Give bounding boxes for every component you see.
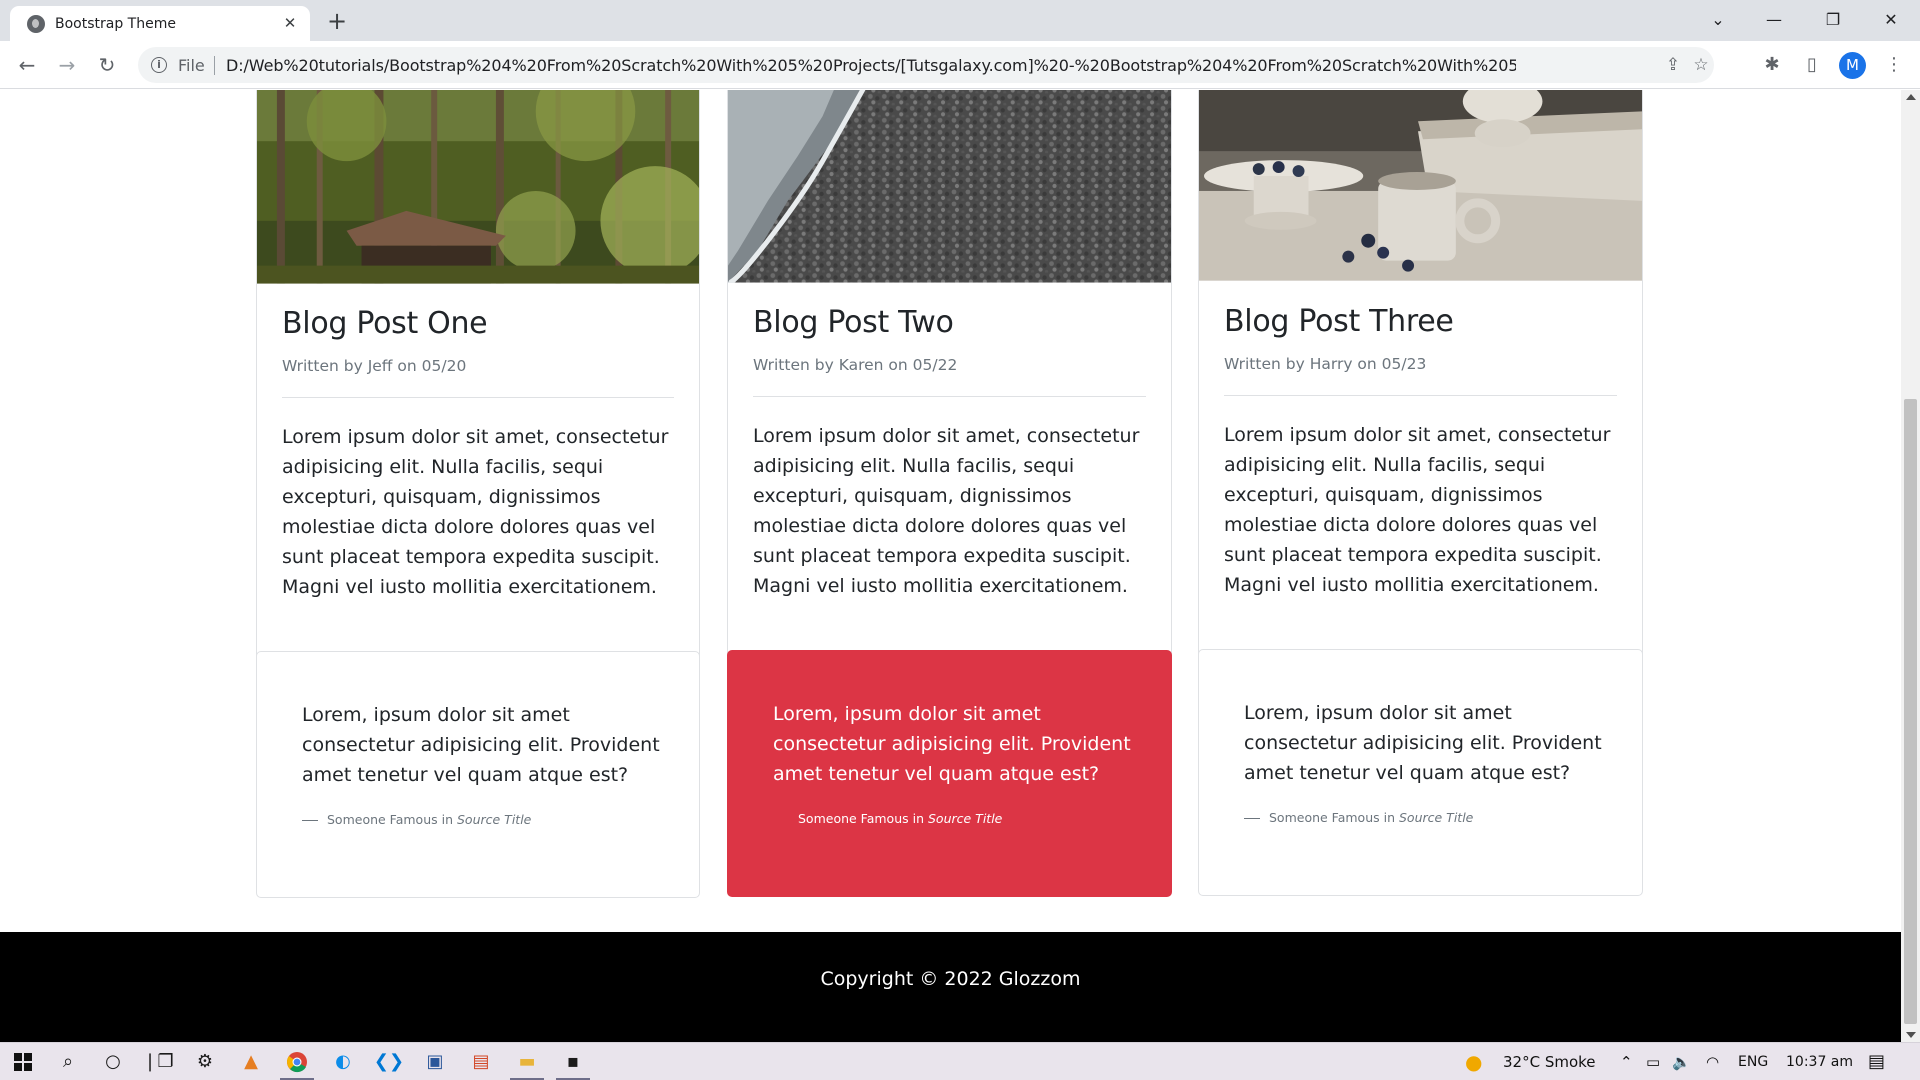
file-explorer-icon[interactable]: ▬	[504, 1043, 550, 1080]
tab-title: Bootstrap Theme	[55, 16, 176, 32]
chrome-icon[interactable]	[274, 1043, 320, 1080]
restore-button[interactable]: ❐	[1805, 0, 1861, 40]
divider	[282, 397, 674, 398]
clock[interactable]: 10:37 am	[1786, 1043, 1853, 1080]
quote-text: Lorem, ipsum dolor sit amet consectetur …	[1244, 702, 1602, 784]
quote-card: Lorem, ipsum dolor sit amet consectetur …	[256, 651, 700, 898]
page-viewport: Blog Post One Written by Jeff on 05/20 L…	[0, 90, 1901, 1042]
dash	[1244, 818, 1260, 819]
post-text: Lorem ipsum dolor sit amet, consectetur …	[1224, 424, 1611, 596]
cortana-icon[interactable]: ○	[90, 1043, 136, 1080]
page-footer: Copyright © 2022 Glozzom	[0, 932, 1901, 1042]
side-panel-icon[interactable]: ▯	[1800, 53, 1824, 77]
info-icon[interactable]: i	[151, 57, 167, 73]
dash	[773, 819, 789, 820]
notifications-icon[interactable]: ▤	[1868, 1043, 1885, 1080]
edge-icon[interactable]: ◐	[320, 1043, 366, 1080]
task-view-icon[interactable]: ❘❐	[135, 1043, 181, 1080]
bookmark-star-icon[interactable]: ☆	[1690, 54, 1712, 76]
volume-icon[interactable]: 🔈	[1672, 1043, 1691, 1080]
post-meta: Written by Harry on 05/23	[1224, 355, 1427, 373]
post-meta: Written by Karen on 05/22	[753, 356, 958, 374]
windows-taskbar: ⌕ ○ ❘❐ ⚙ ▲ ◐ ❮❯ ▣ ▤ ▬ ▪ ● 32°C Smoke ⌃ ▭…	[0, 1042, 1920, 1080]
browser-tabstrip: Bootstrap Theme ✕ + ⌄ — ❐ ✕	[0, 0, 1920, 41]
post-text: Lorem ipsum dolor sit amet, consectetur …	[753, 425, 1140, 597]
minimize-button[interactable]: —	[1746, 0, 1802, 40]
post-title: Blog Post One	[282, 306, 488, 341]
forward-button[interactable]: →	[52, 51, 82, 79]
omnibox-divider	[214, 56, 215, 75]
post-title: Blog Post Three	[1224, 304, 1454, 339]
file-label: File	[178, 56, 205, 75]
blog-card: Blog Post Three Written by Harry on 05/2…	[1198, 90, 1643, 723]
reload-button[interactable]: ↻	[92, 51, 122, 79]
pebble-beach-image	[728, 90, 1171, 283]
weather-text[interactable]: 32°C Smoke	[1503, 1043, 1596, 1080]
quote-text: Lorem, ipsum dolor sit amet consectetur …	[302, 704, 660, 786]
copyright-text: Copyright © 2022 Glozzom	[820, 968, 1081, 990]
divider	[1224, 395, 1617, 396]
quote-source: Source Title	[1399, 810, 1474, 825]
quote-author: Someone Famous in	[1269, 810, 1399, 825]
new-tab-button[interactable]: +	[322, 8, 352, 36]
post-text: Lorem ipsum dolor sit amet, consectetur …	[282, 426, 669, 598]
post-meta: Written by Jeff on 05/20	[282, 357, 467, 375]
scroll-up-arrow-icon[interactable]	[1906, 94, 1916, 100]
close-window-button[interactable]: ✕	[1863, 0, 1919, 40]
scroll-down-arrow-icon[interactable]	[1906, 1032, 1916, 1038]
share-icon[interactable]: ⇪	[1662, 54, 1684, 76]
quote-footer: Someone Famous in Source Title	[773, 811, 1002, 826]
quote-source: Source Title	[457, 812, 532, 827]
menu-kebab-icon[interactable]: ⋮	[1882, 53, 1906, 77]
quote-author: Someone Famous in	[327, 812, 457, 827]
globe-icon	[27, 15, 45, 33]
profile-avatar[interactable]: M	[1839, 52, 1866, 79]
card-body: Blog Post Three Written by Harry on 05/2…	[1224, 304, 1617, 600]
card-body: Blog Post One Written by Jeff on 05/20 L…	[282, 306, 674, 602]
quote-card-highlighted: Lorem, ipsum dolor sit amet consectetur …	[727, 650, 1172, 897]
extensions-puzzle-icon[interactable]: ✱	[1760, 53, 1784, 77]
quote-text: Lorem, ipsum dolor sit amet consectetur …	[773, 703, 1131, 785]
tray-expand-chevron-icon[interactable]: ⌃	[1620, 1043, 1633, 1080]
card-body: Blog Post Two Written by Karen on 05/22 …	[753, 305, 1146, 601]
vlc-icon[interactable]: ▲	[228, 1043, 274, 1080]
post-title: Blog Post Two	[753, 305, 954, 340]
ceramic-cups-image	[1199, 90, 1642, 281]
powerpoint-icon[interactable]: ▤	[458, 1043, 504, 1080]
app-window-icon[interactable]: ▪	[550, 1043, 596, 1080]
quote-card: Lorem, ipsum dolor sit amet consectetur …	[1198, 649, 1643, 896]
divider	[753, 396, 1146, 397]
browser-tab[interactable]: Bootstrap Theme ✕	[10, 6, 310, 41]
word-icon[interactable]: ▣	[412, 1043, 458, 1080]
forest-cabin-image	[257, 90, 699, 284]
blog-card: Blog Post Two Written by Karen on 05/22 …	[727, 90, 1172, 724]
battery-icon[interactable]: ▭	[1646, 1043, 1660, 1080]
quote-source: Source Title	[928, 811, 1003, 826]
blog-card: Blog Post One Written by Jeff on 05/20 L…	[256, 90, 700, 725]
weather-icon[interactable]: ●	[1465, 1043, 1482, 1080]
scrollbar-thumb[interactable]	[1904, 399, 1917, 1024]
quote-footer: Someone Famous in Source Title	[302, 812, 531, 827]
address-bar[interactable]: i File D:/Web%20tutorials/Bootstrap%204%…	[138, 47, 1714, 83]
url-text[interactable]: D:/Web%20tutorials/Bootstrap%204%20From%…	[226, 56, 1516, 75]
quote-author: Someone Famous in	[798, 811, 928, 826]
settings-gear-icon[interactable]: ⚙	[182, 1043, 228, 1080]
search-icon[interactable]: ⌕	[45, 1043, 91, 1080]
dash	[302, 820, 318, 821]
wifi-icon[interactable]: ◠	[1706, 1043, 1719, 1080]
page-scrollbar[interactable]	[1901, 90, 1920, 1042]
vscode-icon[interactable]: ❮❯	[366, 1043, 412, 1080]
windows-start-icon[interactable]	[0, 1043, 46, 1080]
language-indicator[interactable]: ENG	[1738, 1043, 1768, 1080]
quote-footer: Someone Famous in Source Title	[1244, 810, 1473, 825]
browser-toolbar: ← → ↻ i File D:/Web%20tutorials/Bootstra…	[0, 41, 1920, 89]
close-tab-icon[interactable]: ✕	[280, 13, 300, 33]
back-button[interactable]: ←	[12, 51, 42, 79]
tab-search-button[interactable]: ⌄	[1690, 0, 1746, 40]
